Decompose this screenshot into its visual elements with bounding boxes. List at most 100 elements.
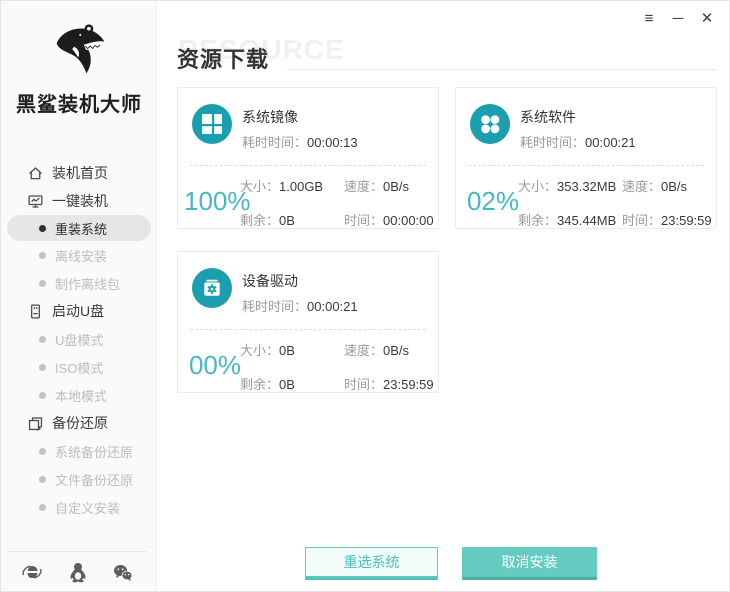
sidebar-item-label: ISO模式 <box>55 358 103 377</box>
sidebar-item-label: 启动U盘 <box>52 301 104 321</box>
sidebar-item-one-key-install[interactable]: 一键装机 <box>1 187 157 215</box>
sidebar-item-boot-usb[interactable]: 启动U盘 <box>1 297 157 325</box>
menu-icon[interactable]: ≡ <box>641 11 657 27</box>
bullet-icon <box>39 504 46 511</box>
remain-label: 剩余： <box>518 213 557 228</box>
elapsed-value: 00:00:13 <box>307 135 358 150</box>
sidebar-item-label: 重装系统 <box>55 219 107 238</box>
size-value: 1.00GB <box>279 179 323 194</box>
app-window: 黑鲨装机大师 装机首页 一键装机 <box>0 0 730 592</box>
remain-label: 剩余： <box>240 213 279 228</box>
sidebar-item-label: 自定义安装 <box>55 498 120 517</box>
size-value: 0B <box>279 343 295 358</box>
elapsed-label: 耗时时间： <box>520 135 585 150</box>
shark-logo-icon <box>48 68 110 85</box>
usb-drive-icon <box>27 303 44 320</box>
card-title: 系统镜像 <box>242 107 298 127</box>
elapsed-row: 耗时时间：00:00:21 <box>520 132 636 151</box>
download-card-system-image: 系统镜像 耗时时间：00:00:13 100% 大小：1.00GB 速度：0B/… <box>177 87 439 229</box>
time-label: 时间： <box>622 213 661 228</box>
close-icon[interactable]: ✕ <box>699 11 715 27</box>
stats: 大小：0B 速度：0B/s 剩余：0B 时间：23:59:59 <box>240 340 430 408</box>
elapsed-value: 00:00:21 <box>585 135 636 150</box>
size-value: 353.32MB <box>557 179 616 194</box>
sidebar-item-label: 制作离线包 <box>55 274 120 293</box>
wechat-icon[interactable] <box>112 562 134 584</box>
device-driver-icon <box>192 268 232 308</box>
minimize-icon[interactable]: ─ <box>670 11 686 27</box>
elapsed-label: 耗时时间： <box>242 135 307 150</box>
progress-percent: 00% <box>184 350 246 381</box>
sidebar-item-label: 离线安装 <box>55 246 107 265</box>
sidebar-item-make-offline-pack[interactable]: 制作离线包 <box>1 269 157 297</box>
sidebar-item-label: 备份还原 <box>52 413 108 433</box>
speed-value: 0B/s <box>383 179 409 194</box>
dashed-divider <box>190 329 426 330</box>
window-controls: ≡ ─ ✕ <box>641 11 715 27</box>
time-value: 23:59:59 <box>661 213 712 228</box>
sidebar-menu: 装机首页 一键装机 重装系统 离线安装 <box>1 159 157 521</box>
remain-value: 345.44MB <box>557 213 616 228</box>
speed-value: 0B/s <box>383 343 409 358</box>
elapsed-value: 00:00:21 <box>307 299 358 314</box>
page-title: 资源下载 <box>177 42 269 74</box>
sidebar-item-backup-restore[interactable]: 备份还原 <box>1 409 157 437</box>
bullet-icon <box>39 448 46 455</box>
sidebar-item-offline-install[interactable]: 离线安装 <box>1 241 157 269</box>
reselect-system-button[interactable]: 重选系统 <box>305 547 438 577</box>
elapsed-row: 耗时时间：00:00:13 <box>242 132 358 151</box>
stats: 大小：1.00GB 速度：0B/s 剩余：0B 时间：00:00:00 <box>240 176 430 244</box>
cancel-install-button[interactable]: 取消安装 <box>462 547 597 577</box>
progress-percent: 100% <box>184 186 246 217</box>
speed-label: 速度： <box>344 343 383 358</box>
sidebar-item-system-backup-restore[interactable]: 系统备份还原 <box>1 437 157 465</box>
speed-value: 0B/s <box>661 179 687 194</box>
time-value: 23:59:59 <box>383 377 434 392</box>
time-label: 时间： <box>344 377 383 392</box>
sidebar-footer <box>1 561 157 587</box>
sidebar-divider <box>7 551 146 552</box>
sidebar-item-custom-install[interactable]: 自定义安装 <box>1 493 157 521</box>
monitor-icon <box>27 193 44 210</box>
qq-icon[interactable] <box>67 561 89 583</box>
sidebar-item-iso-mode[interactable]: ISO模式 <box>1 353 157 381</box>
elapsed-row: 耗时时间：00:00:21 <box>242 296 358 315</box>
sidebar-item-label: 本地模式 <box>55 386 107 405</box>
sidebar-item-home[interactable]: 装机首页 <box>1 159 157 187</box>
sidebar: 黑鲨装机大师 装机首页 一键装机 <box>1 1 157 592</box>
sidebar-item-file-backup-restore[interactable]: 文件备份还原 <box>1 465 157 493</box>
title-underline <box>287 69 717 70</box>
bullet-icon <box>39 476 46 483</box>
remain-value: 0B <box>279 213 295 228</box>
time-value: 00:00:00 <box>383 213 434 228</box>
sidebar-item-label: U盘模式 <box>55 330 103 349</box>
progress-percent: 02% <box>462 186 524 217</box>
sidebar-item-local-mode[interactable]: 本地模式 <box>1 381 157 409</box>
sidebar-item-label: 文件备份还原 <box>55 470 133 489</box>
sidebar-item-label: 装机首页 <box>52 163 108 183</box>
size-label: 大小： <box>518 179 557 194</box>
bullet-icon <box>39 336 46 343</box>
bullet-icon <box>39 364 46 371</box>
stats: 大小：353.32MB 速度：0B/s 剩余：345.44MB 时间：23:59… <box>518 176 708 244</box>
dashed-divider <box>190 165 426 166</box>
windows-grid-icon <box>192 104 232 144</box>
sidebar-item-label: 系统备份还原 <box>55 442 133 461</box>
card-title: 系统软件 <box>520 107 576 127</box>
download-card-device-driver: 设备驱动 耗时时间：00:00:21 00% 大小：0B 速度：0B/s 剩余：… <box>177 251 439 393</box>
sidebar-item-label: 一键装机 <box>52 191 108 211</box>
software-apps-icon <box>470 104 510 144</box>
bullet-icon <box>39 280 46 287</box>
time-label: 时间： <box>344 213 383 228</box>
sidebar-item-usb-mode[interactable]: U盘模式 <box>1 325 157 353</box>
size-label: 大小： <box>240 343 279 358</box>
home-icon <box>27 165 44 182</box>
speed-label: 速度： <box>344 179 383 194</box>
sidebar-item-reinstall-system[interactable]: 重装系统 <box>7 215 151 241</box>
bullet-icon <box>39 225 46 232</box>
speed-label: 速度： <box>622 179 661 194</box>
app-name: 黑鲨装机大师 <box>1 88 157 117</box>
bullet-icon <box>39 392 46 399</box>
app-logo: 黑鲨装机大师 <box>1 21 157 117</box>
ie-icon[interactable] <box>21 561 43 583</box>
